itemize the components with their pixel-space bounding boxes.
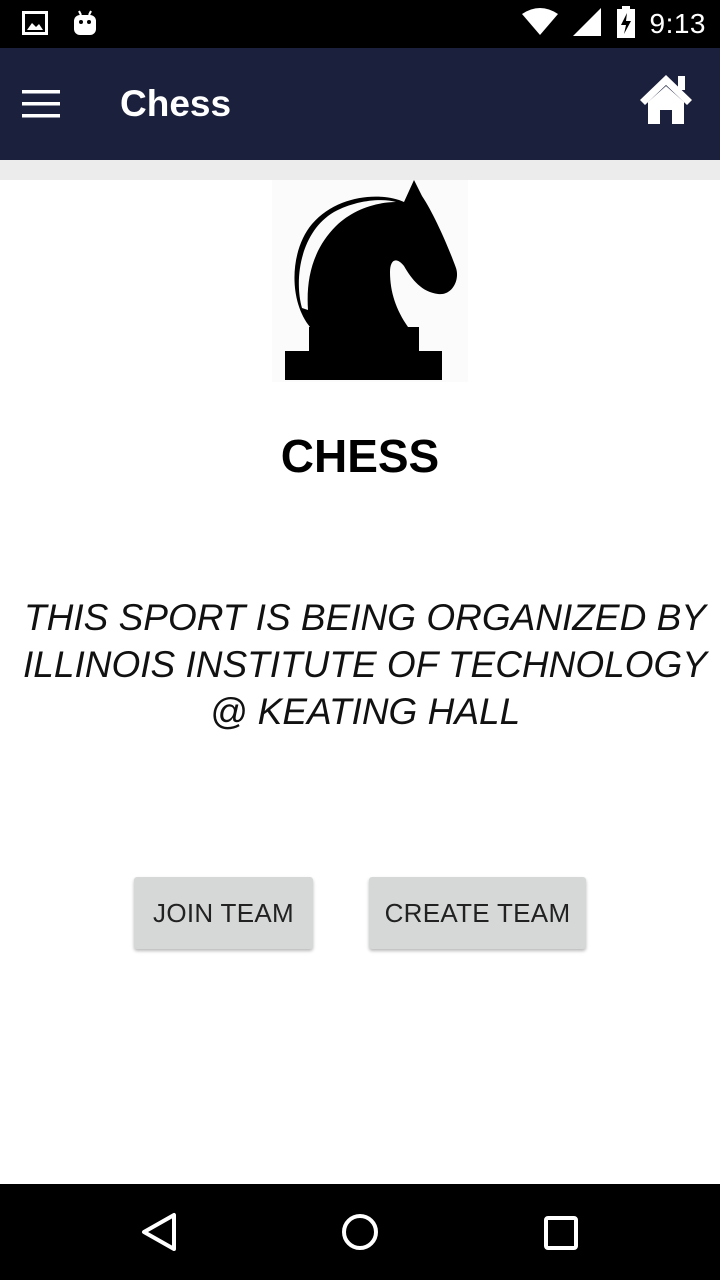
- battery-charging-icon: [616, 5, 636, 43]
- home-icon: [638, 75, 694, 132]
- sport-title: CHESS: [280, 430, 440, 482]
- wifi-icon: [521, 7, 558, 41]
- app-bar-divider: [0, 160, 720, 180]
- home-nav-button[interactable]: [330, 1204, 390, 1260]
- notification-icons: [22, 10, 98, 41]
- status-bar: 9:13: [0, 0, 720, 48]
- back-button[interactable]: [130, 1204, 190, 1260]
- app-title: Chess: [120, 83, 232, 124]
- create-team-button[interactable]: CREATE TEAM: [369, 877, 586, 949]
- navigation-bar: [0, 1184, 720, 1280]
- system-icons: 9:13: [521, 5, 707, 43]
- organizer-info: THIS SPORT IS BEING ORGANIZED BY ILLINOI…: [23, 597, 707, 732]
- signal-icon: [572, 7, 602, 42]
- clock-time: 9:13: [649, 8, 706, 39]
- gallery-notification-icon: [22, 11, 48, 40]
- chess-logo: [272, 180, 468, 382]
- menu-button[interactable]: [22, 74, 90, 134]
- join-team-button[interactable]: JOIN TEAM: [134, 877, 313, 949]
- android-notification-icon: [72, 10, 98, 41]
- menu-icon: [22, 90, 62, 138]
- home-circle-icon: [330, 1214, 390, 1264]
- app-bar: Chess: [0, 48, 720, 160]
- recents-icon: [530, 1216, 590, 1264]
- home-button[interactable]: [638, 72, 698, 132]
- back-icon: [130, 1213, 190, 1264]
- recents-button[interactable]: [530, 1204, 590, 1260]
- chess-knight-icon: [272, 180, 468, 386]
